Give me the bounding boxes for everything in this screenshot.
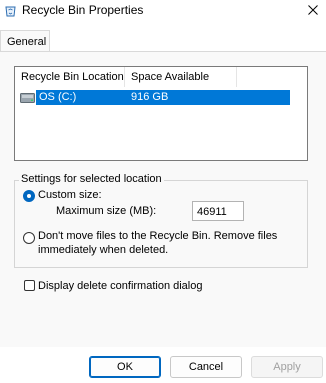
settings-groupbox: Settings for selected location Custom si…	[14, 173, 308, 268]
column-header-space[interactable]: Space Available	[131, 71, 209, 83]
max-size-input[interactable]	[192, 201, 244, 221]
close-icon	[308, 5, 318, 15]
cancel-button[interactable]: Cancel	[170, 356, 242, 378]
tab-strip: General	[0, 24, 326, 52]
confirm-dialog-label[interactable]: Display delete confirmation dialog	[38, 280, 202, 292]
custom-size-radio[interactable]	[23, 190, 35, 202]
title-bar: Recycle Bin Properties	[0, 0, 326, 24]
tab-general-label: General	[7, 36, 47, 48]
confirm-dialog-checkbox[interactable]	[24, 280, 35, 291]
settings-group-title: Settings for selected location	[19, 173, 164, 185]
custom-size-label[interactable]: Custom size:	[38, 189, 102, 201]
window-title: Recycle Bin Properties	[22, 3, 144, 17]
list-row-drive-c[interactable]: OS (C:) 916 GB	[20, 90, 290, 105]
max-size-label: Maximum size (MB):	[56, 205, 157, 217]
dont-move-radio[interactable]	[23, 232, 35, 244]
column-separator[interactable]	[236, 67, 237, 87]
column-separator[interactable]	[124, 67, 125, 87]
apply-button[interactable]: Apply	[251, 356, 323, 378]
dialog-footer: OK Cancel Apply	[0, 347, 326, 383]
close-button[interactable]	[300, 0, 326, 22]
ok-button[interactable]: OK	[89, 356, 161, 378]
tab-general[interactable]: General	[0, 30, 50, 52]
list-header: Recycle Bin Location Space Available	[15, 67, 307, 87]
cell-space-available: 916 GB	[131, 91, 169, 103]
drive-icon	[20, 91, 35, 104]
dont-move-label-line1[interactable]: Don't move files to the Recycle Bin. Rem…	[38, 230, 277, 242]
recycle-bin-location-list[interactable]: Recycle Bin Location Space Available OS …	[14, 66, 308, 161]
general-panel: Recycle Bin Location Space Available OS …	[0, 51, 326, 347]
recycle-bin-icon	[5, 5, 16, 17]
column-header-location[interactable]: Recycle Bin Location	[21, 71, 124, 83]
dont-move-label-line2[interactable]: immediately when deleted.	[38, 244, 168, 256]
cell-location: OS (C:)	[39, 91, 77, 103]
